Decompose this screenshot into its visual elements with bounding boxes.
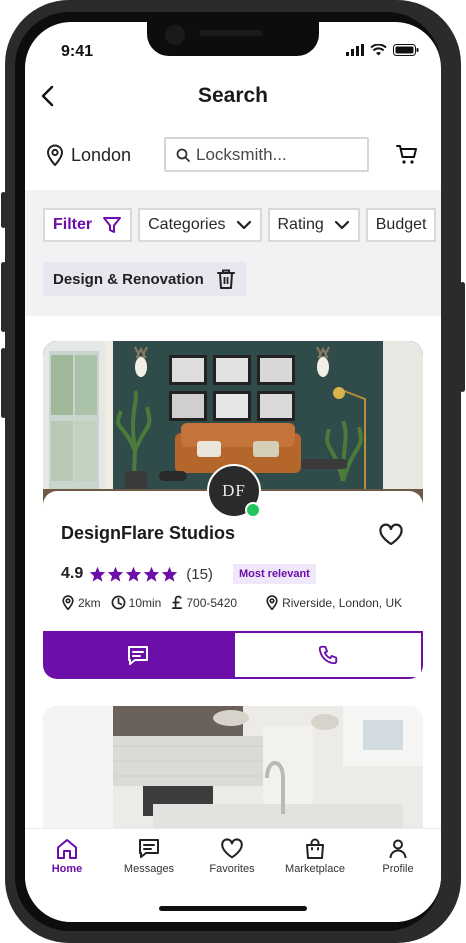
user-icon xyxy=(389,839,407,859)
categories-label: Categories xyxy=(148,216,226,233)
location-pin-icon xyxy=(46,144,64,166)
price-range: 700-5420 xyxy=(171,595,237,610)
home-indicator xyxy=(159,906,307,911)
chevron-down-icon xyxy=(334,220,349,230)
tab-profile[interactable]: Profile xyxy=(358,837,438,875)
review-count: (15) xyxy=(186,565,213,583)
tab-home[interactable]: Home xyxy=(27,837,107,875)
budget-label: Budget xyxy=(375,216,427,233)
rating-label: Rating xyxy=(277,216,324,233)
filter-bar: Filter Categories Rating Budget Design &… xyxy=(25,190,441,316)
search-icon xyxy=(176,148,190,162)
tab-favorites-label: Favorites xyxy=(209,863,255,875)
notch xyxy=(147,22,319,56)
heart-icon xyxy=(379,523,403,546)
cart-button[interactable] xyxy=(395,142,419,171)
rating-row: 4.9 (15) Most relevant xyxy=(61,564,316,584)
star-icon xyxy=(144,566,160,582)
active-filter-label: Design & Renovation xyxy=(53,270,204,288)
online-indicator xyxy=(245,502,261,518)
phone-icon xyxy=(318,645,338,665)
business-name: DesignFlare Studios xyxy=(61,523,236,543)
search-box[interactable] xyxy=(164,137,369,172)
listing-meta: 2km 10min 700-5420 Riverside, London, UK xyxy=(61,595,408,610)
funnel-icon xyxy=(103,217,122,233)
heart-icon xyxy=(221,838,243,859)
status-time: 9:41 xyxy=(61,43,94,60)
location-label: London xyxy=(71,144,132,165)
clock-icon xyxy=(111,595,126,610)
star-rating xyxy=(89,566,178,582)
cart-icon xyxy=(396,145,417,164)
tab-messages[interactable]: Messages xyxy=(109,837,189,875)
tab-profile-label: Profile xyxy=(382,863,414,875)
listing-photo-2 xyxy=(43,706,423,846)
location-pin-icon xyxy=(266,595,278,610)
signal-icon xyxy=(346,44,364,56)
top-header: Search xyxy=(25,72,441,122)
pound-icon xyxy=(172,595,183,609)
message-icon xyxy=(128,646,148,665)
screen: 9:41 Search London Filter xyxy=(25,22,441,922)
distance: 2km xyxy=(61,595,101,610)
star-icon xyxy=(90,566,106,582)
call-button[interactable] xyxy=(233,631,423,679)
active-filter-tag: Design & Renovation xyxy=(43,262,246,296)
location-selector[interactable]: London xyxy=(45,144,131,166)
messages-icon xyxy=(139,839,159,858)
tab-marketplace[interactable]: Marketplace xyxy=(275,837,355,875)
star-icon xyxy=(126,566,142,582)
categories-dropdown[interactable]: Categories xyxy=(138,208,262,242)
page-title: Search xyxy=(197,84,269,107)
star-icon xyxy=(108,566,124,582)
address: Riverside, London, UK xyxy=(265,595,402,610)
listing-card-2[interactable] xyxy=(43,706,423,846)
star-icon xyxy=(162,566,178,582)
filter-button[interactable]: Filter xyxy=(43,208,133,242)
travel-time: 10min xyxy=(111,595,161,610)
listing-card[interactable]: DF DesignFlare Studios 4.9 (15) Most rel… xyxy=(43,341,423,679)
rating-dropdown[interactable]: Rating xyxy=(267,208,360,242)
trash-icon[interactable] xyxy=(216,268,236,290)
home-icon xyxy=(57,839,77,859)
tab-messages-label: Messages xyxy=(123,863,175,875)
budget-dropdown[interactable]: Budget xyxy=(365,208,437,242)
tab-favorites[interactable]: Favorites xyxy=(192,837,272,875)
filter-label: Filter xyxy=(53,216,93,233)
search-input[interactable] xyxy=(196,144,356,165)
tab-marketplace-label: Marketplace xyxy=(285,863,345,875)
message-button[interactable] xyxy=(43,631,233,679)
bag-icon xyxy=(306,838,324,859)
rating-value: 4.9 xyxy=(61,565,84,582)
listing-actions xyxy=(43,631,423,679)
relevance-badge: Most relevant xyxy=(232,564,316,584)
location-search-row: London xyxy=(25,132,441,182)
favorite-button[interactable] xyxy=(378,523,404,552)
chevron-down-icon xyxy=(236,220,251,230)
tab-home-label: Home xyxy=(51,863,83,875)
location-pin-icon xyxy=(62,595,74,610)
battery-icon xyxy=(393,44,419,56)
wifi-icon xyxy=(370,44,387,56)
